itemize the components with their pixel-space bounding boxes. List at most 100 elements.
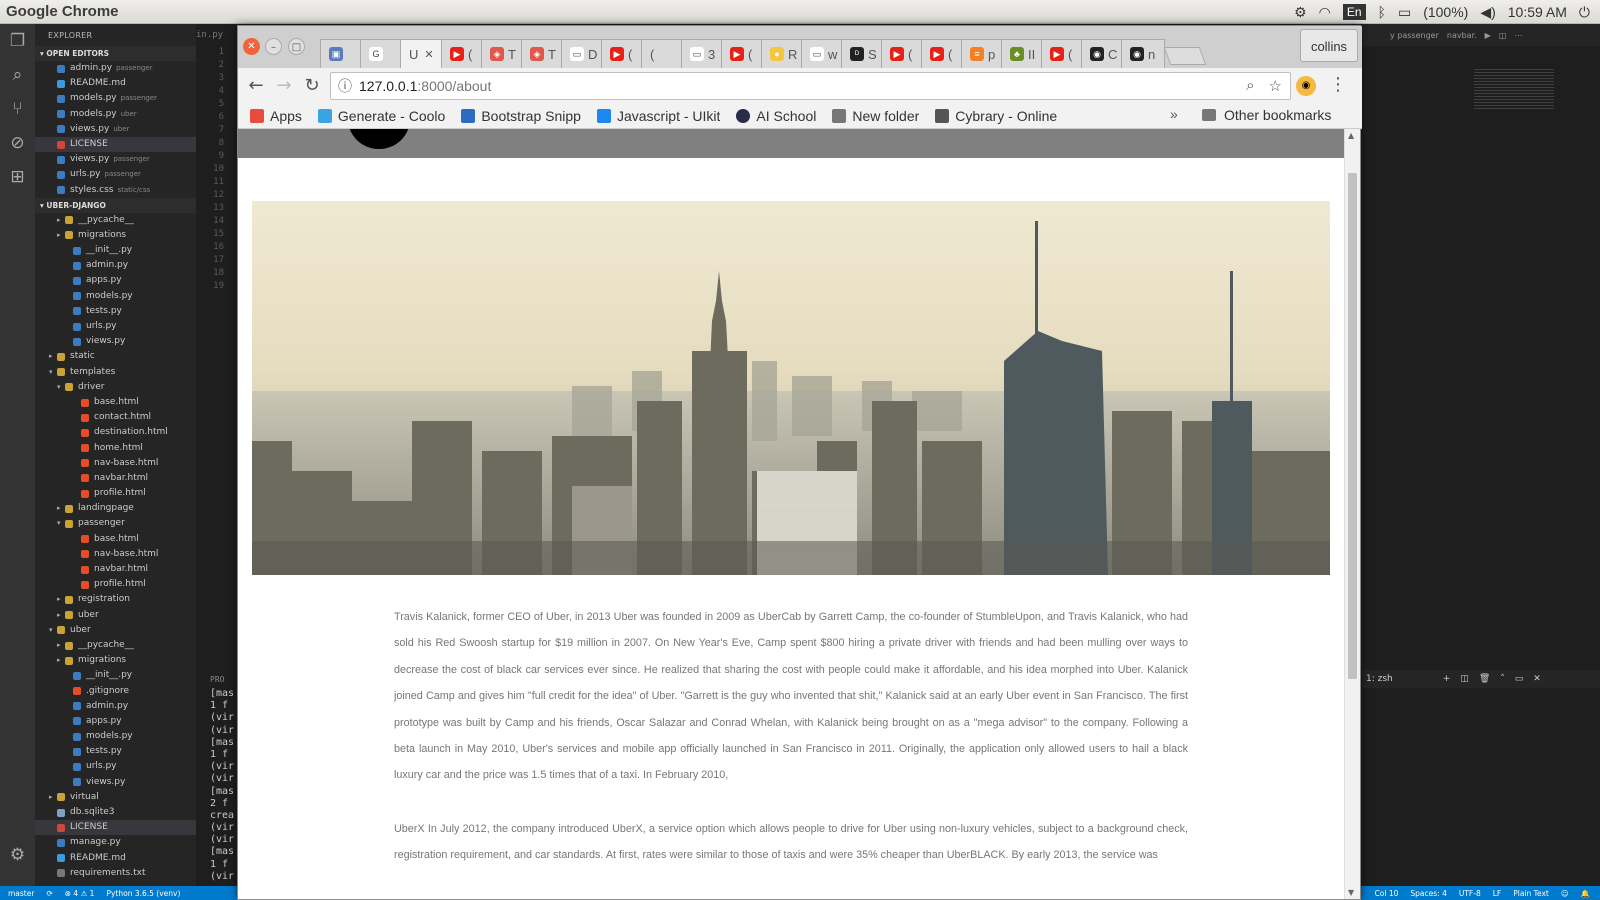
settings-icon[interactable]: ⚙ bbox=[1294, 4, 1307, 21]
back-button[interactable]: ← bbox=[242, 72, 270, 100]
tree-item[interactable]: ▾ templates bbox=[35, 365, 196, 380]
browser-tab[interactable]: ▶( bbox=[601, 39, 645, 68]
editor-tab-label[interactable]: in.py bbox=[196, 24, 224, 46]
split-terminal-icon[interactable]: ◫ bbox=[1460, 674, 1469, 684]
bookmarks-overflow-button[interactable]: » bbox=[1170, 106, 1178, 122]
source-control-icon[interactable]: ⑂ bbox=[0, 92, 35, 126]
other-bookmarks[interactable]: Other bookmarks bbox=[1202, 107, 1331, 123]
browser-tab[interactable]: ( bbox=[641, 39, 685, 68]
tree-item[interactable]: nav-base.html bbox=[35, 547, 196, 562]
address-bar[interactable]: ⓘ 127.0.0.1:8000/about ⌕ ☆ bbox=[330, 72, 1291, 100]
open-editor-item[interactable]: views.py passenger bbox=[35, 152, 196, 167]
tree-item[interactable]: manage.py bbox=[35, 835, 196, 850]
browser-tab[interactable]: ◉ C bbox=[1081, 39, 1125, 68]
site-info-icon[interactable]: ⓘ bbox=[331, 76, 359, 96]
tree-item[interactable]: ▸ migrations bbox=[35, 228, 196, 243]
project-header[interactable]: ▾ UBER-DJANGO bbox=[35, 197, 196, 213]
run-icon[interactable]: ▶ bbox=[1485, 31, 1491, 40]
feedback-icon[interactable]: ☺ bbox=[1561, 889, 1569, 898]
bluetooth-icon[interactable]: ᛒ bbox=[1378, 4, 1386, 20]
tree-item[interactable]: requirements.txt bbox=[35, 866, 196, 881]
bookmark-item[interactable]: Bootstrap Snipp bbox=[461, 108, 581, 124]
browser-tab[interactable]: ▶( bbox=[441, 39, 485, 68]
tree-item[interactable]: base.html bbox=[35, 532, 196, 547]
tree-item[interactable]: __init__.py bbox=[35, 668, 196, 683]
encoding[interactable]: UTF-8 bbox=[1459, 889, 1481, 898]
tree-item[interactable]: urls.py bbox=[35, 319, 196, 334]
tree-item[interactable]: apps.py bbox=[35, 714, 196, 729]
line-ending[interactable]: LF bbox=[1493, 889, 1502, 898]
open-editor-item[interactable]: admin.py passenger bbox=[35, 61, 196, 76]
tree-item[interactable]: nav-base.html bbox=[35, 456, 196, 471]
browser-tab[interactable]: ▭ D bbox=[561, 39, 605, 68]
browser-tab[interactable]: ▶( bbox=[881, 39, 925, 68]
tree-item[interactable]: __init__.py bbox=[35, 243, 196, 258]
bookmark-item[interactable]: New folder bbox=[832, 108, 919, 124]
tree-item[interactable]: ▸ __pycache__ bbox=[35, 638, 196, 653]
tree-item[interactable]: navbar.html bbox=[35, 562, 196, 577]
tree-item[interactable]: views.py bbox=[35, 334, 196, 349]
tree-item[interactable]: profile.html bbox=[35, 577, 196, 592]
more-icon[interactable]: ⋯ bbox=[1514, 31, 1522, 40]
clock[interactable]: 10:59 AM bbox=[1508, 4, 1567, 20]
new-terminal-icon[interactable]: + bbox=[1443, 674, 1451, 684]
cursor-position[interactable]: Col 10 bbox=[1375, 889, 1399, 898]
tree-item[interactable]: tests.py bbox=[35, 304, 196, 319]
tree-item[interactable]: ▸ migrations bbox=[35, 653, 196, 668]
scroll-down-icon[interactable]: ▼ bbox=[1348, 888, 1354, 897]
bookmark-item[interactable]: Cybrary - Online bbox=[935, 108, 1057, 124]
browser-tab[interactable]: ▶( bbox=[721, 39, 765, 68]
window-minimize-button[interactable]: – bbox=[265, 38, 282, 55]
forward-button[interactable]: → bbox=[270, 72, 298, 100]
git-branch[interactable]: master bbox=[8, 889, 34, 898]
tree-item[interactable]: LICENSE bbox=[35, 820, 196, 836]
tree-item[interactable]: profile.html bbox=[35, 486, 196, 501]
browser-tab[interactable]: ◉ n bbox=[1121, 39, 1165, 68]
minimap[interactable] bbox=[1474, 69, 1554, 109]
gear-icon[interactable]: ⚙ bbox=[0, 838, 35, 872]
open-editors-header[interactable]: ▾ OPEN EDITORS bbox=[35, 46, 196, 61]
bookmark-item[interactable]: AI School bbox=[736, 108, 816, 124]
page-scrollbar[interactable]: ▲ ▼ bbox=[1344, 129, 1360, 899]
tree-item[interactable]: views.py bbox=[35, 775, 196, 790]
tree-item[interactable]: models.py bbox=[35, 729, 196, 744]
browser-tab[interactable]: ♣ II bbox=[1001, 39, 1045, 68]
browser-tab[interactable]: ▭ w bbox=[801, 39, 845, 68]
chevron-up-icon[interactable]: ˄ bbox=[1500, 674, 1505, 684]
zoom-icon[interactable]: ⌕ bbox=[1246, 77, 1254, 95]
bookmark-star-icon[interactable]: ☆ bbox=[1269, 77, 1282, 95]
tree-item[interactable]: destination.html bbox=[35, 425, 196, 440]
profile-button[interactable]: collins bbox=[1300, 29, 1358, 62]
battery-icon[interactable]: ▭ bbox=[1398, 4, 1411, 21]
split-editor-icon[interactable]: ◫ bbox=[1499, 31, 1507, 40]
browser-tab[interactable]: ▭ 3 bbox=[681, 39, 725, 68]
files-icon[interactable]: ❐ bbox=[0, 24, 35, 58]
tree-item[interactable]: ▾ uber bbox=[35, 623, 196, 638]
tree-item[interactable]: ▸ __pycache__ bbox=[35, 213, 196, 228]
new-tab-button[interactable] bbox=[1163, 47, 1207, 65]
window-maximize-button[interactable]: □ bbox=[288, 38, 305, 55]
sync-icon[interactable]: ⟳ bbox=[46, 889, 52, 898]
open-editor-item[interactable]: urls.py passenger bbox=[35, 167, 196, 182]
tree-item[interactable]: navbar.html bbox=[35, 471, 196, 486]
tree-item[interactable]: base.html bbox=[35, 395, 196, 410]
tree-item[interactable]: README.md bbox=[35, 851, 196, 866]
editor-tab-passenger[interactable]: y passenger bbox=[1390, 31, 1439, 40]
tree-item[interactable]: .gitignore bbox=[35, 684, 196, 699]
browser-tab[interactable]: ▶( bbox=[1041, 39, 1085, 68]
extension-icon[interactable]: ◉ bbox=[1296, 76, 1316, 96]
browser-tab[interactable]: ● R bbox=[761, 39, 805, 68]
scrollbar-thumb[interactable] bbox=[1348, 173, 1357, 679]
trash-icon[interactable]: 🗑 bbox=[1479, 674, 1490, 684]
bookmark-item[interactable]: Javascript - UIkit bbox=[596, 108, 720, 124]
tree-item[interactable]: admin.py bbox=[35, 258, 196, 273]
browser-tab[interactable]: ▶( bbox=[921, 39, 965, 68]
bookmark-item[interactable]: Generate - Coolo bbox=[317, 108, 445, 124]
tree-item[interactable]: urls.py bbox=[35, 759, 196, 774]
open-editor-item[interactable]: models.py uber bbox=[35, 107, 196, 122]
extensions-icon[interactable]: ⊞ bbox=[0, 160, 35, 194]
browser-tab[interactable]: G bbox=[360, 39, 404, 68]
browser-tab[interactable]: U ✕ bbox=[400, 39, 445, 68]
open-editor-item[interactable]: views.py uber bbox=[35, 122, 196, 137]
scroll-up-icon[interactable]: ▲ bbox=[1348, 131, 1354, 140]
